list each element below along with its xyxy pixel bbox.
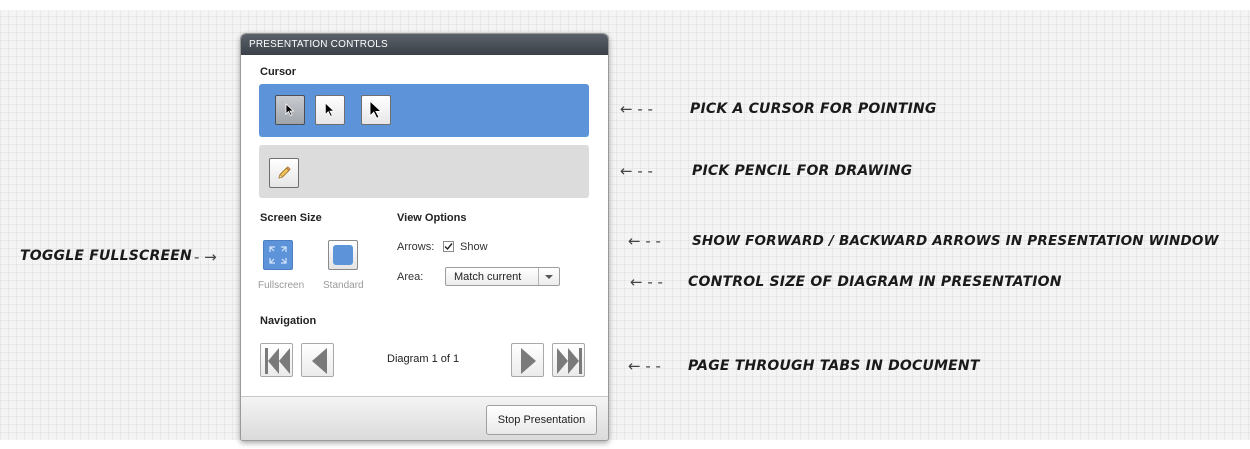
area-select-value: Match current [454,271,522,283]
annotation-pencil: PICK PENCIL FOR DRAWING [692,163,913,179]
diagram-count: Diagram 1 of 1 [387,353,460,365]
next-page-icon [521,348,536,374]
annotation-area-arrow: ← - - [630,273,663,291]
cursor-medium-icon [324,102,336,117]
pencil-icon [278,166,291,179]
area-select[interactable]: Match current [445,267,560,286]
annotation-arrows: SHOW FORWARD / BACKWARD ARROWS IN PRESEN… [692,233,1219,249]
annotation-area: CONTROL SIZE OF DIAGRAM IN PRESENTATION [688,274,1062,290]
annotation-fullscreen: TOGGLE FULLSCREEN [20,248,192,264]
cursor-small-button[interactable] [275,95,305,125]
cursor-large-icon [369,99,383,119]
previous-page-button[interactable] [301,343,334,377]
cursor-small-icon [285,103,295,117]
standard-button[interactable] [328,240,358,270]
next-page-button[interactable] [511,343,544,377]
first-page-button[interactable] [260,343,293,377]
stop-presentation-button[interactable]: Stop Presentation [486,405,597,435]
show-arrows-checkbox[interactable] [443,241,454,252]
top-margin [0,0,1250,10]
last-page-button[interactable] [552,343,585,377]
navigation-title: Navigation [260,315,317,327]
panel-title: PRESENTATION CONTROLS [241,34,608,55]
fullscreen-label: Fullscreen [258,280,305,291]
cursor-medium-button[interactable] [315,95,345,125]
select-divider [538,268,539,285]
pencil-button[interactable] [269,158,299,188]
presentation-controls-panel: PRESENTATION CONTROLS Cursor Screen Size… [240,33,609,441]
dropdown-arrow-icon [545,275,553,279]
cursor-options [259,84,589,137]
last-page-icon [557,348,582,374]
panel-footer: Stop Presentation [241,396,608,440]
annotation-cursor: PICK A CURSOR FOR POINTING [690,101,937,117]
checkbox-icon [444,243,453,251]
screen-size-title: Screen Size [260,212,322,224]
cursor-section-title: Cursor [260,66,297,78]
annotation-nav: PAGE THROUGH TABS IN DOCUMENT [688,358,980,374]
area-label: Area: [397,271,424,283]
annotation-nav-arrow: ← - - [628,357,661,375]
view-options-title: View Options [397,212,467,224]
standard-label: Standard [323,280,364,291]
previous-page-icon [312,348,327,374]
annotation-cursor-arrow: ← - - [620,100,653,118]
bottom-margin [0,440,1250,449]
cursor-large-button[interactable] [361,95,391,125]
show-label: Show [460,241,488,253]
annotation-fullscreen-arrow: - → [194,248,217,266]
standard-screen-icon [333,245,353,265]
first-page-icon [265,348,290,374]
pencil-options [259,145,589,198]
annotation-arrows-arrow: ← - - [628,232,661,250]
fullscreen-icon [269,246,287,264]
arrows-label: Arrows: [397,241,435,253]
annotation-pencil-arrow: ← - - [620,162,653,180]
fullscreen-button[interactable] [263,240,293,270]
